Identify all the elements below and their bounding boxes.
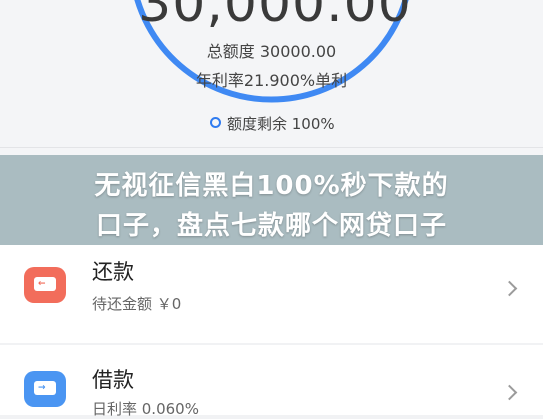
credit-amount: 30,000.00 (138, 0, 412, 34)
repay-title: 还款 (92, 260, 134, 284)
wallet-icon-glyph: ← (38, 279, 46, 289)
borrow-title: 借款 (92, 368, 134, 392)
divider (0, 147, 543, 148)
wallet-icon: ← (24, 267, 66, 303)
daily-rate: 日利率 0.060% (92, 400, 199, 418)
repay-amount: 待还金额 ￥0 (92, 295, 182, 313)
chevron-right-icon (501, 280, 518, 297)
repay-card[interactable]: ← 还款 待还金额 ￥0 (0, 245, 543, 343)
remaining-quota: 额度剩余 100% (210, 113, 335, 134)
chevron-right-icon (501, 384, 518, 401)
headline-line-2: 口子，盘点七款哪个网贷口子 (95, 211, 447, 241)
borrow-card[interactable]: → 借款 日利率 0.060% (0, 345, 543, 418)
circle-icon (210, 117, 221, 128)
total-quota: 总额度 30000.00 (206, 42, 337, 61)
remaining-quota-text: 额度剩余 100% (227, 115, 335, 133)
card-icon-glyph: → (38, 383, 46, 393)
headline-line-1: 无视征信黑白100%秒下款的 (94, 171, 449, 201)
card-icon: → (24, 371, 66, 407)
annual-rate: 年利率21.900%单利 (195, 71, 348, 90)
